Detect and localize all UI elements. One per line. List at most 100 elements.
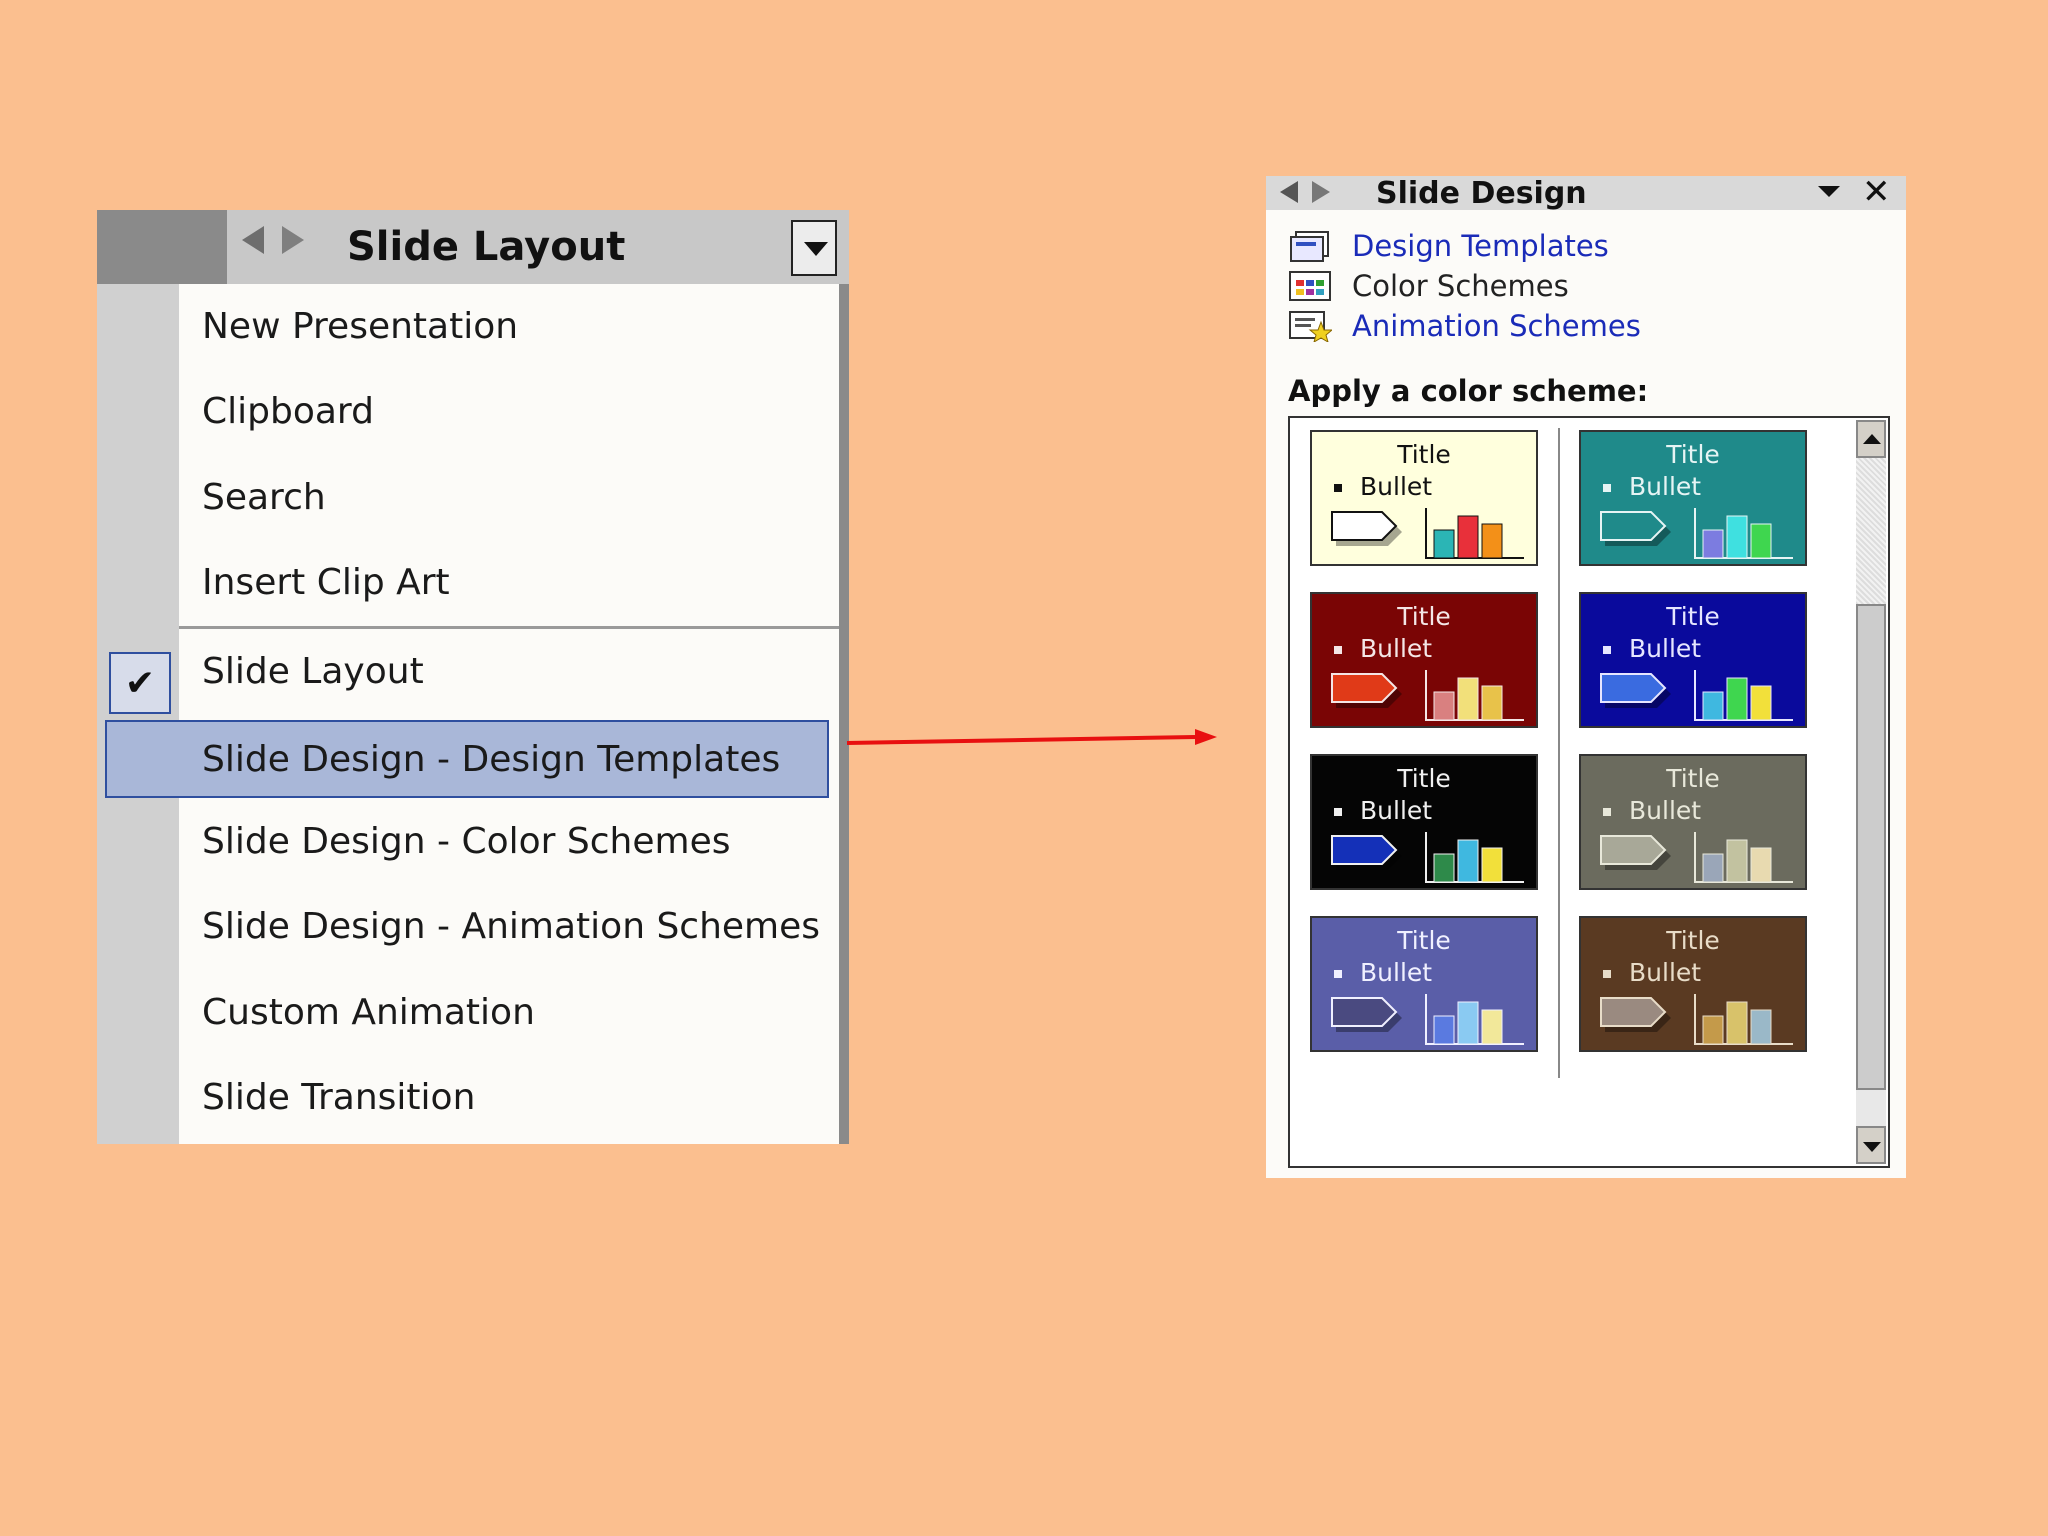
pentagon-shape <box>1600 835 1667 865</box>
link-label[interactable]: Design Templates <box>1352 229 1609 263</box>
chart-bar <box>1702 1015 1724 1045</box>
check-icon: ✔ <box>109 652 171 714</box>
column-divider <box>1558 428 1560 1078</box>
menu-item-label: Insert Clip Art <box>202 561 450 603</box>
swatch-chart-graphic <box>1600 670 1793 721</box>
swatch-chart-graphic <box>1600 508 1793 559</box>
task-pane-header: Slide Layout <box>97 210 849 284</box>
task-pane-nav <box>242 226 304 254</box>
chart-bar <box>1750 685 1772 721</box>
chart-bar <box>1481 847 1503 883</box>
chart-bar <box>1750 1009 1772 1045</box>
color-scheme-swatch[interactable]: Title Bullet <box>1310 916 1538 1052</box>
chart-bar <box>1750 523 1772 559</box>
scroll-track[interactable] <box>1856 458 1886 604</box>
menu-item-label: Slide Design - Animation Schemes <box>202 905 821 947</box>
chart-bar <box>1726 677 1748 721</box>
forward-arrow-icon[interactable] <box>1312 181 1330 203</box>
pentagon-shape <box>1600 511 1667 541</box>
back-arrow-icon[interactable] <box>1280 181 1298 203</box>
pentagon-shape <box>1331 835 1398 865</box>
back-arrow-icon[interactable] <box>242 226 264 254</box>
swatch-chart-graphic <box>1331 508 1524 559</box>
link-label[interactable]: Color Schemes <box>1352 269 1569 303</box>
slide-layout-task-pane: Slide Layout ✔ New Presentation Clipboard… <box>97 210 849 1144</box>
chart-bar <box>1457 677 1479 721</box>
swatch-chart-graphic <box>1331 994 1524 1045</box>
swatch-bullet: Bullet <box>1334 796 1432 825</box>
link-design-templates[interactable]: Design Templates <box>1288 226 1609 266</box>
pentagon-shape <box>1331 673 1398 703</box>
chart-bar <box>1702 691 1724 721</box>
menu-item[interactable]: Slide Design - Design Templates <box>105 720 829 798</box>
color-scheme-swatch[interactable]: Title Bullet <box>1579 430 1807 566</box>
slide-design-header: Slide Design ✕ <box>1266 172 1906 212</box>
menu-item-label: Slide Transition <box>202 1076 476 1118</box>
menu-item[interactable]: Slide Design - Animation Schemes <box>179 884 839 968</box>
chart-bar <box>1457 1001 1479 1045</box>
swatch-bullet: Bullet <box>1603 634 1701 663</box>
menu-item[interactable]: Search <box>179 455 839 539</box>
menu-item-label: Clipboard <box>202 390 374 432</box>
scroll-thumb[interactable] <box>1856 604 1886 1090</box>
pentagon-shape <box>1600 997 1667 1027</box>
menu-item[interactable]: Clipboard <box>179 369 839 453</box>
chart-bar <box>1481 523 1503 559</box>
color-scheme-swatch[interactable]: Title Bullet <box>1579 754 1807 890</box>
chart-bar <box>1433 1015 1455 1045</box>
swatch-title: Title <box>1397 440 1451 469</box>
task-pane-dropdown-button[interactable] <box>791 220 837 276</box>
chart-bar <box>1481 1009 1503 1045</box>
menu-item-label: Slide Layout <box>202 650 424 692</box>
scroll-up-button[interactable] <box>1856 420 1886 458</box>
chart-bar <box>1726 1001 1748 1045</box>
color-schemes-icon <box>1289 271 1331 301</box>
swatch-bullet: Bullet <box>1334 472 1432 501</box>
menu-item-label: Slide Design - Color Schemes <box>202 820 731 862</box>
slide-design-nav <box>1280 181 1330 203</box>
color-scheme-swatch[interactable]: Title Bullet <box>1579 592 1807 728</box>
menu-item[interactable]: Slide Layout <box>179 629 839 713</box>
color-scheme-swatch[interactable]: Title Bullet <box>1579 916 1807 1052</box>
menu-item[interactable]: New Presentation <box>179 284 839 368</box>
link-color-schemes[interactable]: Color Schemes <box>1288 266 1569 306</box>
forward-arrow-icon[interactable] <box>282 226 304 254</box>
menu-item[interactable]: Slide Design - Color Schemes <box>179 799 839 883</box>
chart-bar <box>1702 853 1724 883</box>
menu-item-label: Custom Animation <box>202 991 535 1033</box>
chart-bar <box>1481 685 1503 721</box>
apply-color-scheme-label: Apply a color scheme: <box>1288 374 1649 408</box>
header-dark-area <box>97 210 227 284</box>
swatch-title: Title <box>1397 602 1451 631</box>
pentagon-shape <box>1600 673 1667 703</box>
swatch-chart-graphic <box>1600 994 1793 1045</box>
pentagon-shape <box>1331 511 1398 541</box>
swatch-title: Title <box>1666 440 1720 469</box>
chart-bar <box>1457 515 1479 559</box>
chevron-down-icon[interactable] <box>1818 186 1840 197</box>
swatch-title: Title <box>1666 926 1720 955</box>
swatch-chart-graphic <box>1600 832 1793 883</box>
menu-item-label: New Presentation <box>202 305 519 347</box>
menu-gutter <box>97 284 179 1144</box>
menu-item[interactable]: Slide Transition <box>179 1055 839 1139</box>
link-label[interactable]: Animation Schemes <box>1352 309 1641 343</box>
swatch-chart-graphic <box>1331 670 1524 721</box>
menu-item[interactable]: Insert Clip Art <box>179 540 839 624</box>
scroll-down-button[interactable] <box>1856 1126 1886 1164</box>
color-scheme-swatch[interactable]: Title Bullet <box>1310 592 1538 728</box>
color-scheme-swatch[interactable]: Title Bullet <box>1310 754 1538 890</box>
swatch-bullet: Bullet <box>1334 958 1432 987</box>
color-scheme-swatch[interactable]: Title Bullet <box>1310 430 1538 566</box>
menu-item[interactable]: Custom Animation <box>179 970 839 1054</box>
link-animation-schemes[interactable]: Animation Schemes <box>1288 306 1641 346</box>
swatch-title: Title <box>1397 926 1451 955</box>
animation-schemes-icon <box>1289 311 1332 342</box>
swatch-title: Title <box>1666 764 1720 793</box>
panel-edge <box>839 284 849 1144</box>
swatch-title: Title <box>1397 764 1451 793</box>
close-icon[interactable]: ✕ <box>1862 172 1891 212</box>
vertical-scrollbar[interactable] <box>1856 420 1886 1164</box>
pointer-arrow <box>846 729 1217 745</box>
chart-bar <box>1726 839 1748 883</box>
